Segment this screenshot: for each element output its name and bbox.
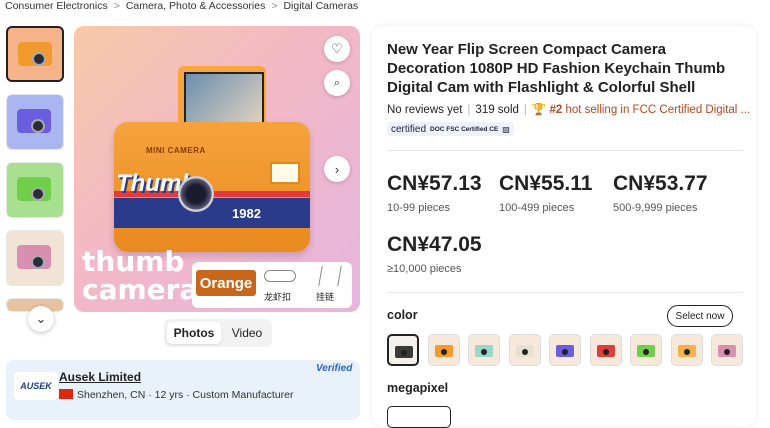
price-tier: CN¥55.11 — [499, 172, 593, 195]
chevron-right-icon[interactable]: › — [324, 156, 350, 182]
camera-number: 1982 — [232, 206, 261, 221]
rank-number: #2 — [549, 104, 563, 116]
reviews-text: No reviews yet — [387, 104, 463, 116]
select-now-button[interactable]: Select now — [667, 305, 733, 327]
price-tier-qty: 500-9,999 pieces — [613, 202, 698, 214]
price-tier-qty: 100-499 pieces — [499, 202, 575, 214]
color-swatch[interactable] — [468, 334, 500, 366]
thumbnail[interactable] — [6, 94, 64, 150]
supplier-meta-text: Shenzhen, CN · 12 yrs · Custom Manufactu… — [77, 389, 294, 401]
camera-stripe-blue — [114, 198, 310, 228]
thumbnail[interactable] — [6, 26, 64, 82]
breadcrumb-link[interactable]: Consumer Electronics — [5, 0, 108, 12]
supplier-meta: Shenzhen, CN · 12 yrs · Custom Manufactu… — [59, 389, 294, 401]
media-tabs: Photos Video — [164, 319, 272, 347]
rank-text: hot selling in FCC Certified Digital ... — [565, 104, 751, 116]
color-swatch[interactable] — [630, 334, 662, 366]
image-search-icon[interactable]: ⌕ — [324, 70, 350, 96]
strap-icon — [318, 266, 342, 286]
thumbnail[interactable] — [6, 162, 64, 218]
price-tier-qty: ≥10,000 pieces — [387, 263, 462, 275]
camera-label: MINI CAMERA — [146, 146, 206, 155]
color-swatch[interactable] — [549, 334, 581, 366]
chevron-down-icon[interactable]: ⌄ — [28, 306, 54, 332]
thumbnail[interactable] — [6, 230, 64, 286]
color-swatch[interactable] — [387, 334, 419, 366]
price-tier: CN¥57.13 — [387, 172, 482, 195]
breadcrumb: Consumer Electronics > Camera, Photo & Acc… — [5, 0, 358, 14]
tagline-line: thumb — [82, 245, 185, 278]
supplier-logo: AUSEK — [14, 372, 58, 400]
color-swatch[interactable] — [589, 334, 622, 366]
tagline-line: camera — [82, 273, 199, 306]
cert-icon: ▨ — [502, 124, 510, 134]
product-stats: No reviews yet | 319 sold | 🏆 #2 hot selling… — [387, 104, 751, 116]
flash-icon — [270, 162, 300, 184]
lens-icon — [178, 176, 214, 212]
price-tier: CN¥53.77 — [613, 172, 708, 195]
china-flag-icon — [59, 389, 73, 399]
image-tagline: thumb camera — [82, 248, 198, 304]
color-swatch[interactable] — [670, 334, 703, 366]
breadcrumb-link[interactable]: Digital Cameras — [283, 0, 358, 12]
certifications-bar[interactable]: certified DOC FSC Certified CE ▨ — [387, 122, 514, 136]
breadcrumb-link[interactable]: Camera, Photo & Accessories — [126, 0, 265, 12]
heart-icon[interactable]: ♡ — [324, 36, 350, 62]
divider — [387, 292, 743, 293]
tab-video[interactable]: Video — [224, 322, 270, 344]
color-chip: Orange — [196, 270, 256, 296]
breadcrumb-separator-icon: > — [113, 0, 120, 12]
color-label: color — [387, 308, 418, 322]
trophy-icon: 🏆 — [531, 104, 547, 116]
supplier-name-link[interactable]: Ausek Limited — [59, 370, 141, 384]
divider — [387, 150, 743, 151]
ranking-link[interactable]: 🏆 #2 hot selling in FCC Certified Digita… — [532, 104, 750, 116]
color-swatch[interactable] — [508, 334, 541, 366]
product-info-panel: New Year Flip Screen Compact Camera Deco… — [372, 26, 756, 428]
accessory-label: 龙虾扣 — [264, 292, 292, 302]
breadcrumb-separator-icon: > — [271, 0, 278, 12]
tab-photos[interactable]: Photos — [167, 322, 221, 344]
clasp-icon — [264, 270, 296, 282]
main-product-image[interactable]: MINI CAMERA Thumb 1982 thumb camera Oran… — [74, 26, 360, 312]
accessory-label: 挂链 — [316, 292, 335, 302]
product-title: New Year Flip Screen Compact Camera Deco… — [387, 41, 726, 96]
price-tier: CN¥47.05 — [387, 233, 482, 256]
color-swatch[interactable] — [427, 334, 460, 366]
price-tier-qty: 10-99 pieces — [387, 202, 450, 214]
cert-marks: DOC FSC Certified CE — [430, 125, 499, 133]
sold-count: 319 sold — [475, 104, 519, 116]
supplier-card: AUSEK Ausek Limited Shenzhen, CN · 12 yr… — [6, 360, 360, 420]
certified-label: certified — [391, 123, 427, 135]
color-swatch[interactable] — [711, 334, 743, 366]
megapixel-option[interactable] — [387, 406, 451, 428]
megapixel-label: megapixel — [387, 381, 449, 395]
color-chip-panel: Orange 龙虾扣 挂链 — [192, 262, 352, 308]
verified-badge: Verified — [316, 363, 353, 374]
